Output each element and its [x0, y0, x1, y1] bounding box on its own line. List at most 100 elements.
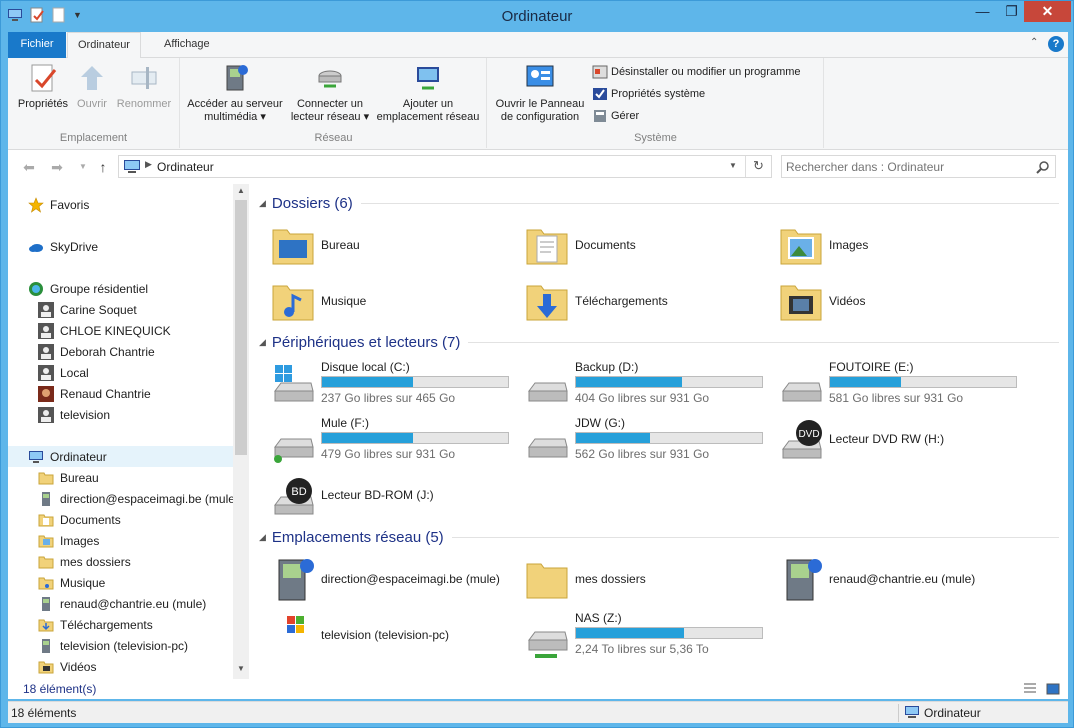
collapse-icon[interactable]: ◢ [259, 532, 266, 543]
status-divider [898, 704, 899, 722]
folder-telechargements[interactable]: Téléchargements [523, 276, 773, 328]
nav-documents[interactable]: Documents [38, 509, 249, 530]
panneau-configuration-button[interactable]: Ouvrir le Panneau de configuration [492, 62, 588, 124]
renommer-button[interactable]: Renommer [114, 62, 174, 111]
up-arrow-icon[interactable]: ↑ [94, 158, 112, 176]
folder-documents[interactable]: Documents [523, 220, 773, 272]
ribbon: Propriétés Ouvrir Renommer Emplacement A… [8, 58, 1068, 150]
folder-images[interactable]: Images [777, 220, 1027, 272]
address-dropdown-icon[interactable]: ▼ [729, 161, 737, 170]
chevron-up-icon[interactable]: ⌃ [1030, 37, 1038, 48]
drive-g[interactable]: JDW (G:) 562 Go libres sur 931 Go [523, 415, 773, 467]
maximize-button[interactable]: ❐ [998, 1, 1025, 22]
nav-direction[interactable]: direction@espaceimagi.be (mule) [38, 488, 249, 509]
drive-usage-bar [829, 376, 1017, 388]
network-television[interactable]: television (television-pc) [269, 610, 519, 662]
documents-folder-icon [38, 514, 54, 526]
address-bar[interactable]: ▶ Ordinateur ▼ ↻ [118, 155, 772, 178]
ajouter-emplacement-button[interactable]: Ajouter un emplacement réseau [373, 62, 483, 124]
nav-skydrive[interactable]: SkyDrive [28, 236, 249, 257]
search-box[interactable] [781, 155, 1056, 178]
nav-ordinateur[interactable]: Ordinateur [8, 446, 233, 467]
acceder-serveur-button[interactable]: Accéder au serveur multimédia ▾ [185, 62, 285, 124]
proprietes-button[interactable]: Propriétés [15, 62, 71, 111]
folder-videos[interactable]: Vidéos [777, 276, 1027, 328]
breadcrumb-ordinateur[interactable]: Ordinateur [157, 160, 214, 174]
section-dossiers[interactable]: ◢ Dossiers (6) [259, 195, 1059, 212]
section-peripheriques[interactable]: ◢ Périphériques et lecteurs (7) [259, 334, 1059, 351]
proprietes-systeme-button[interactable]: Propriétés système [592, 86, 705, 102]
network-drive-icon [528, 631, 568, 658]
gerer-button[interactable]: Gérer [592, 108, 639, 124]
minimize-button[interactable]: — [969, 1, 996, 22]
nav-mes-dossiers[interactable]: mes dossiers [38, 551, 249, 572]
section-divider [360, 203, 1059, 204]
recent-locations-chevron-icon[interactable]: ▼ [74, 158, 92, 176]
scroll-down-icon[interactable]: ▼ [237, 664, 245, 673]
breadcrumb-chevron-icon[interactable]: ▶ [145, 159, 152, 170]
nav-telechargements[interactable]: Téléchargements [38, 614, 249, 635]
user-avatar-icon [38, 406, 54, 423]
nav-images[interactable]: Images [38, 530, 249, 551]
desinstaller-button[interactable]: Désinstaller ou modifier un programme [592, 64, 801, 80]
network-renaud[interactable]: renaud@chantrie.eu (mule) [777, 554, 1027, 606]
nav-television[interactable]: television (television-pc) [38, 635, 249, 656]
section-reseau[interactable]: ◢ Emplacements réseau (5) [259, 529, 1059, 546]
nav-user-chloe[interactable]: CHLOE KINEQUICK [38, 320, 249, 341]
network-nas-z[interactable]: NAS (Z:) 2,24 To libres sur 5,36 To [523, 610, 773, 662]
large-icons-view-icon[interactable] [1046, 682, 1060, 696]
nav-groupe-residentiel[interactable]: Groupe résidentiel [28, 278, 249, 299]
media-server-icon [42, 491, 50, 506]
nav-musique[interactable]: Musique [38, 572, 249, 593]
tab-ordinateur[interactable]: Ordinateur [67, 32, 141, 59]
close-button[interactable]: ✕ [1024, 1, 1071, 22]
drive-e[interactable]: FOUTOIRE (E:) 581 Go libres sur 931 Go [777, 359, 1027, 411]
section-divider [468, 342, 1059, 343]
drive-d[interactable]: Backup (D:) 404 Go libres sur 931 Go [523, 359, 773, 411]
tab-fichier[interactable]: Fichier [8, 32, 66, 58]
collapse-icon[interactable]: ◢ [259, 337, 266, 348]
nav-bureau[interactable]: Bureau [38, 467, 249, 488]
tab-affichage[interactable]: Affichage [154, 32, 220, 58]
nav-user-deborah[interactable]: Deborah Chantrie [38, 341, 249, 362]
back-arrow-icon[interactable]: ⬅ [20, 158, 38, 176]
forward-arrow-icon[interactable]: ➡ [48, 158, 66, 176]
rename-icon [131, 67, 157, 89]
drive-j-bd[interactable]: BD Lecteur BD-ROM (J:) [269, 471, 519, 523]
search-input[interactable] [786, 158, 1026, 175]
details-view-icon[interactable] [1023, 682, 1037, 696]
network-mes-dossiers[interactable]: mes dossiers [523, 554, 773, 606]
folder-musique[interactable]: Musique [269, 276, 519, 328]
explorer-window: ▼ Ordinateur — ❐ ✕ Fichier Ordinateur Af… [0, 0, 1074, 728]
search-icon[interactable] [1036, 160, 1050, 174]
folder-icon [38, 472, 54, 484]
nav-user-renaud[interactable]: Renaud Chantrie [38, 383, 249, 404]
control-panel-icon [526, 65, 554, 87]
nav-videos[interactable]: Vidéos [38, 656, 249, 677]
nav-user-carine[interactable]: Carine Soquet [38, 299, 249, 320]
nav-scrollbar[interactable]: ▲ ▼ [233, 184, 249, 679]
drive-h-dvd[interactable]: DVD Lecteur DVD RW (H:) [777, 415, 1027, 467]
hard-drive-icon [528, 382, 568, 402]
drive-f[interactable]: Mule (F:) 479 Go libres sur 931 Go [269, 415, 519, 467]
collapse-icon[interactable]: ◢ [259, 198, 266, 209]
desktop-folder-icon [272, 229, 314, 265]
star-icon [28, 196, 44, 213]
drive-c[interactable]: Disque local (C:) 237 Go libres sur 465 … [269, 359, 519, 411]
ouvrir-button[interactable]: Ouvrir [72, 62, 112, 111]
folder-bureau[interactable]: Bureau [269, 220, 519, 272]
help-icon[interactable]: ? [1048, 36, 1064, 52]
scroll-up-icon[interactable]: ▲ [237, 186, 245, 195]
nav-user-local[interactable]: Local [38, 362, 249, 383]
refresh-icon[interactable]: ↻ [753, 158, 764, 174]
scrollbar-thumb[interactable] [235, 200, 247, 455]
nav-user-television[interactable]: television [38, 404, 249, 425]
windows-media-player-icon [271, 616, 315, 650]
connecter-lecteur-button[interactable]: Connecter un lecteur réseau ▾ [289, 62, 371, 124]
nav-favoris[interactable]: Favoris [28, 194, 249, 215]
network-direction[interactable]: direction@espaceimagi.be (mule) [269, 554, 519, 606]
title-bar[interactable]: ▼ Ordinateur — ❐ ✕ [1, 1, 1073, 31]
group-systeme: Ouvrir le Panneau de configuration Désin… [488, 58, 824, 148]
nav-renaud[interactable]: renaud@chantrie.eu (mule) [38, 593, 249, 614]
media-server-icon [226, 65, 248, 91]
